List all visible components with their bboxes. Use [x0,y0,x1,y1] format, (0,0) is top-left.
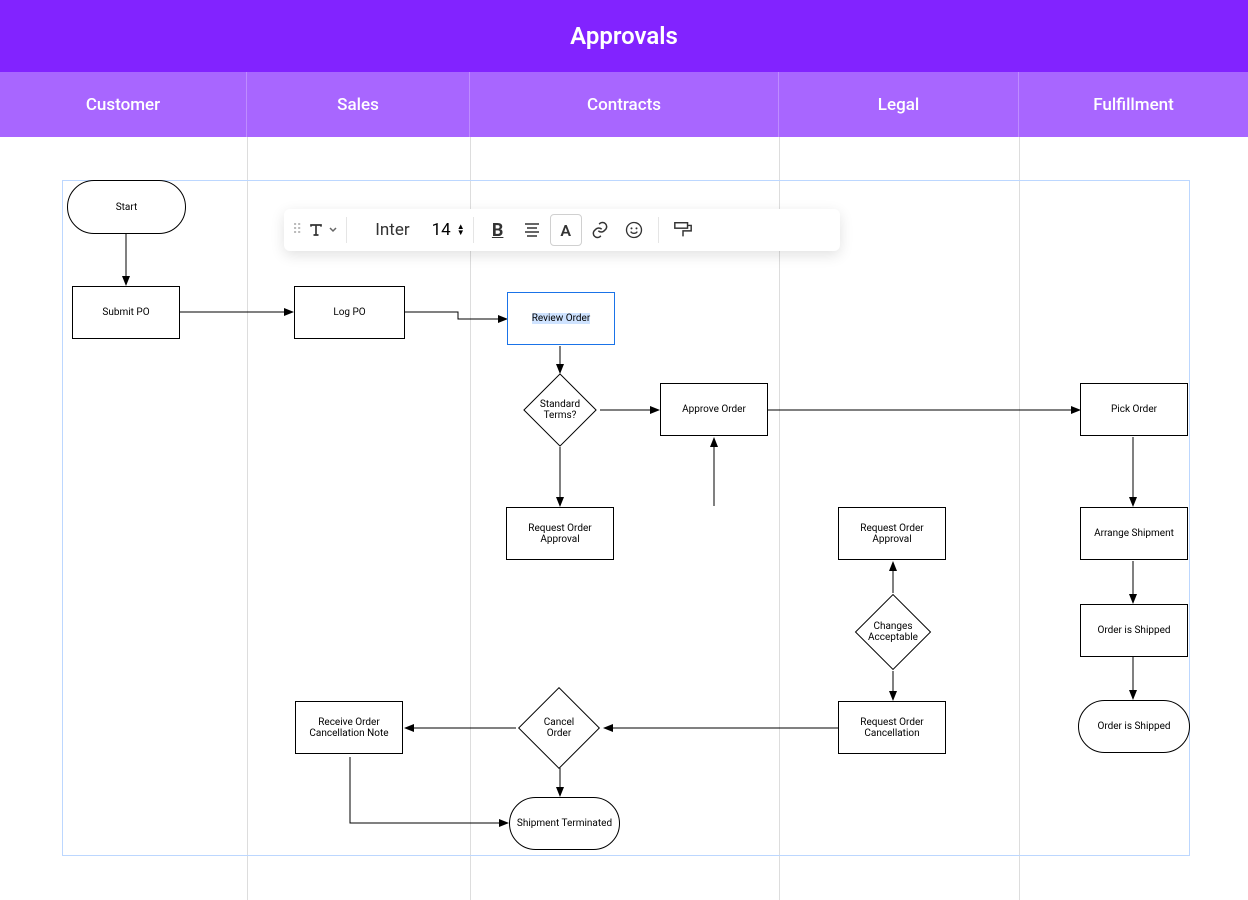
node-start[interactable]: Start [67,180,186,234]
font-family-selector[interactable]: Inter [355,220,429,240]
node-changes-acceptable[interactable]: Changes Acceptable [855,594,931,670]
node-label: Request Order Cancellation [843,717,941,739]
node-label: Start [116,202,138,213]
node-log-po[interactable]: Log PO [294,286,405,339]
lane-label: Contracts [587,95,661,115]
page-title: Approvals [0,0,1248,72]
lane-header-legal: Legal [779,72,1019,137]
node-shipment-terminated[interactable]: Shipment Terminated [509,797,620,850]
node-request-order-cancellation[interactable]: Request Order Cancellation [838,701,946,754]
node-arrange-shipment[interactable]: Arrange Shipment [1080,507,1188,560]
node-receive-order-cancellation-note[interactable]: Receive Order Cancellation Note [295,701,403,754]
node-review-order[interactable]: Review Order [507,292,615,345]
chevron-down-icon [328,225,338,235]
lane-label: Customer [86,95,160,115]
lane-label: Sales [337,95,379,115]
diagram-canvas[interactable]: Start Submit PO Log PO Review Order Stan… [0,137,1248,900]
node-order-shipped-end[interactable]: Order is Shipped [1078,700,1190,753]
node-submit-po[interactable]: Submit PO [72,286,180,339]
page-title-text: Approvals [570,22,678,50]
align-center-icon [523,221,541,239]
lane-divider [779,137,780,900]
lane-label: Legal [878,95,919,115]
node-label: Submit PO [102,307,149,318]
lane-header-fulfillment: Fulfillment [1019,72,1248,137]
font-size-stepper[interactable]: 14 ▲ ▼ [432,220,465,240]
stepper-down-icon[interactable]: ▼ [457,230,465,236]
node-label: Shipment Terminated [517,818,612,829]
node-label: Pick Order [1111,404,1157,415]
text-style-dropdown[interactable] [306,214,338,246]
node-standard-terms[interactable]: Standard Terms? [523,373,597,447]
separator [473,217,474,243]
text-color-button[interactable]: A [550,214,582,246]
text-color-icon: A [560,221,571,240]
lane-headers: Customer Sales Contracts Legal Fulfillme… [0,72,1248,137]
text-format-toolbar[interactable]: ⠿ Inter 14 ▲ ▼ B A [284,209,840,251]
format-painter-icon [672,220,694,240]
font-name-value: Inter [375,220,409,240]
emoji-button[interactable] [618,214,650,246]
font-size-value: 14 [432,220,451,240]
node-pick-order[interactable]: Pick Order [1080,383,1188,436]
drag-handle-icon[interactable]: ⠿ [292,222,300,238]
node-label: Changes Acceptable [868,621,918,643]
separator [658,217,659,243]
node-order-is-shipped[interactable]: Order is Shipped [1080,604,1188,657]
separator [346,217,347,243]
node-label: Receive Order Cancellation Note [300,717,398,739]
lane-divider [470,137,471,900]
node-label-selected: Review Order [532,313,590,324]
node-request-order-approval-contracts[interactable]: Request Order Approval [506,507,614,560]
bold-button[interactable]: B [482,214,514,246]
connectors [0,137,1248,900]
node-label: Arrange Shipment [1094,528,1174,539]
node-label: Standard Terms? [539,399,581,421]
bold-icon: B [492,220,504,241]
node-label: Order is Shipped [1097,625,1170,636]
lane-divider [247,137,248,900]
emoji-icon [624,220,644,240]
link-button[interactable] [584,214,616,246]
format-painter-button[interactable] [667,214,699,246]
node-label: Request Order Approval [511,523,609,545]
lane-label: Fulfillment [1093,95,1174,115]
text-icon [306,220,326,240]
lane-divider [1019,137,1020,900]
node-label: Log PO [333,307,365,318]
node-approve-order[interactable]: Approve Order [660,383,768,436]
link-icon [590,220,610,240]
lane-header-sales: Sales [247,72,470,137]
align-button[interactable] [516,214,548,246]
node-cancel-order[interactable]: Cancel Order [518,687,600,769]
node-label: Cancel Order [535,717,583,739]
lane-header-contracts: Contracts [470,72,779,137]
node-label: Request Order Approval [843,523,941,545]
node-label: Order is Shipped [1097,721,1170,732]
node-label: Approve Order [682,404,746,415]
lane-header-customer: Customer [0,72,247,137]
node-request-order-approval-legal[interactable]: Request Order Approval [838,507,946,560]
selection-rectangle [62,180,1190,856]
